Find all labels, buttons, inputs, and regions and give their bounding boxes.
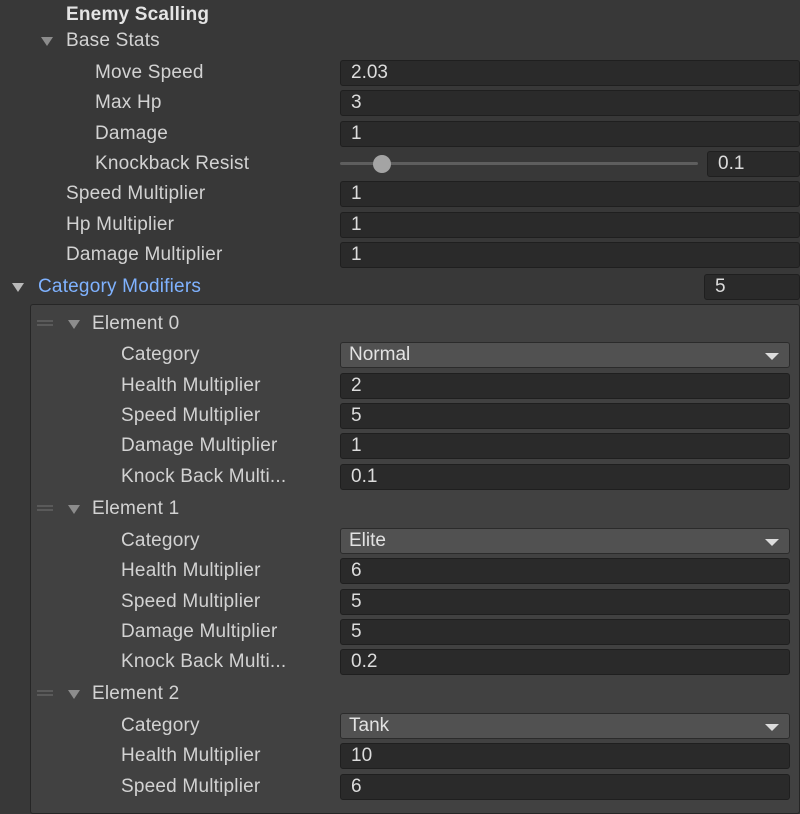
- dropdown-arrow-icon: [765, 353, 779, 360]
- element-foldout[interactable]: Element 0: [92, 313, 179, 335]
- speed-multiplier-field[interactable]: 5: [340, 589, 790, 615]
- category-label: Category: [121, 344, 200, 365]
- category-label: Category: [121, 530, 200, 551]
- foldout-arrow-icon[interactable]: [41, 37, 53, 46]
- slider-thumb-icon[interactable]: [373, 155, 391, 173]
- damage-multiplier-label: Damage Multiplier: [66, 244, 223, 265]
- speed-multiplier-field[interactable]: 6: [340, 774, 790, 800]
- category-label: Category: [121, 715, 200, 736]
- damage-multiplier-field[interactable]: 1: [340, 242, 800, 268]
- section-title: Enemy Scalling: [66, 4, 210, 25]
- drag-handle-icon[interactable]: [37, 690, 53, 696]
- damage-multiplier-label: Damage Multiplier: [121, 621, 278, 642]
- knockback-resist-field[interactable]: 0.1: [707, 151, 800, 177]
- damage-field[interactable]: 1: [340, 121, 800, 147]
- category-dropdown-value: Elite: [349, 530, 386, 551]
- foldout-arrow-icon[interactable]: [68, 320, 80, 329]
- speed-multiplier-field[interactable]: 5: [340, 403, 790, 429]
- speed-multiplier-label: Speed Multiplier: [121, 591, 261, 612]
- knockback-multiplier-field[interactable]: 0.2: [340, 649, 790, 675]
- category-dropdown[interactable]: Elite: [340, 528, 790, 554]
- speed-multiplier-label: Speed Multiplier: [121, 776, 261, 797]
- list-size-field[interactable]: 5: [704, 274, 800, 300]
- drag-handle-icon[interactable]: [37, 505, 53, 511]
- dropdown-arrow-icon: [765, 539, 779, 546]
- hp-multiplier-label: Hp Multiplier: [66, 214, 175, 235]
- drag-handle-icon[interactable]: [37, 320, 53, 326]
- foldout-arrow-icon[interactable]: [12, 283, 24, 292]
- category-dropdown[interactable]: Normal: [340, 342, 790, 368]
- element-foldout[interactable]: Element 2: [92, 683, 179, 705]
- knockback-resist-label: Knockback Resist: [95, 153, 250, 174]
- health-multiplier-label: Health Multiplier: [121, 745, 261, 766]
- knockback-resist-slider[interactable]: [340, 162, 698, 165]
- speed-multiplier-field[interactable]: 1: [340, 181, 800, 207]
- damage-multiplier-label: Damage Multiplier: [121, 435, 278, 456]
- base-stats-foldout[interactable]: Base Stats: [66, 30, 160, 52]
- health-multiplier-label: Health Multiplier: [121, 560, 261, 581]
- health-multiplier-field[interactable]: 10: [340, 743, 790, 769]
- speed-multiplier-label: Speed Multiplier: [66, 183, 206, 204]
- move-speed-label: Move Speed: [95, 62, 204, 83]
- move-speed-field[interactable]: 2.03: [340, 60, 800, 86]
- element-foldout[interactable]: Element 1: [92, 498, 179, 520]
- knockback-multiplier-label: Knock Back Multi...: [121, 651, 287, 672]
- category-modifiers-foldout[interactable]: Category Modifiers: [38, 276, 201, 298]
- max-hp-field[interactable]: 3: [340, 90, 800, 116]
- damage-multiplier-field[interactable]: 5: [340, 619, 790, 645]
- damage-label: Damage: [95, 123, 169, 144]
- category-dropdown-value: Normal: [349, 344, 411, 365]
- max-hp-label: Max Hp: [95, 92, 162, 113]
- speed-multiplier-label: Speed Multiplier: [121, 405, 261, 426]
- category-dropdown[interactable]: Tank: [340, 713, 790, 739]
- dropdown-arrow-icon: [765, 724, 779, 731]
- damage-multiplier-field[interactable]: 1: [340, 433, 790, 459]
- health-multiplier-field[interactable]: 6: [340, 558, 790, 584]
- foldout-arrow-icon[interactable]: [68, 505, 80, 514]
- knockback-multiplier-label: Knock Back Multi...: [121, 466, 287, 487]
- hp-multiplier-field[interactable]: 1: [340, 212, 800, 238]
- health-multiplier-field[interactable]: 2: [340, 373, 790, 399]
- health-multiplier-label: Health Multiplier: [121, 375, 261, 396]
- knockback-multiplier-field[interactable]: 0.1: [340, 464, 790, 490]
- foldout-arrow-icon[interactable]: [68, 690, 80, 699]
- category-dropdown-value: Tank: [349, 715, 390, 736]
